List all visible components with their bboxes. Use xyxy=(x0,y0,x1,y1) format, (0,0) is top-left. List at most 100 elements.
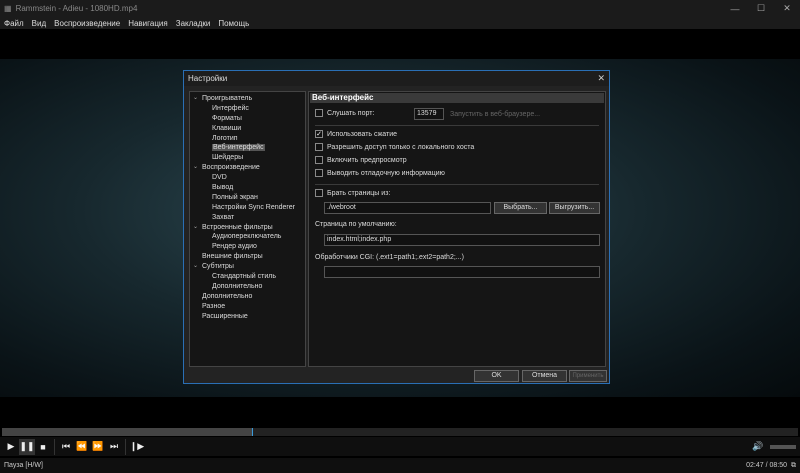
tree-item[interactable]: Интерфейс xyxy=(190,104,305,114)
playback-controls: ▶ ❚❚ ■ ⏮ ⏪ ⏩ ⏭ ❙▶ 🔊 xyxy=(0,437,800,456)
chevron-down-icon[interactable]: ⌄ xyxy=(193,163,198,173)
tree-item[interactable]: Вывод xyxy=(190,183,305,193)
rewind-icon[interactable]: ⏪ xyxy=(74,439,90,455)
volume-slider[interactable] xyxy=(770,444,796,449)
apply-button[interactable]: Применить xyxy=(569,370,607,382)
tree-item[interactable]: Захват xyxy=(190,213,305,223)
tree-item[interactable]: ⌄ Воспроизведение xyxy=(190,163,305,173)
chevron-down-icon[interactable]: ⌄ xyxy=(193,223,198,233)
tree-item[interactable]: Логотип xyxy=(190,134,305,144)
tree-item[interactable]: Аудиопереключатель xyxy=(190,232,305,242)
seek-bar[interactable] xyxy=(2,428,798,436)
status-text: Пауза [H/W] xyxy=(4,462,43,469)
cgi-label: Обработчики CGI: (.ext1=path1;.ext2=path… xyxy=(315,254,464,261)
tree-item-label: Встроенные фильтры xyxy=(202,223,273,231)
preview-checkbox[interactable]: Включить предпросмотр xyxy=(315,156,407,164)
tree-item-label: Дополнительно xyxy=(202,292,253,300)
tree-item-label: Аудиопереключатель xyxy=(212,233,282,241)
next-icon[interactable]: ⏭ xyxy=(106,439,122,455)
renderer-icon: ⧉ xyxy=(791,461,796,469)
status-bar: Пауза [H/W] 02:47 / 08:50 ⧉ xyxy=(0,458,800,473)
tree-item[interactable]: Внешние фильтры xyxy=(190,252,305,262)
window-title: Rammstein - Adieu - 1080HD.mp4 xyxy=(15,4,138,13)
default-page-input[interactable]: index.html;index.php xyxy=(324,234,600,246)
menu-help[interactable]: Помощь xyxy=(218,19,249,28)
panel-heading: Веб-интерфейс xyxy=(310,93,604,103)
tree-item[interactable]: Веб-интерфейс xyxy=(190,143,305,153)
chevron-down-icon[interactable]: ⌄ xyxy=(193,262,198,272)
settings-tree[interactable]: ⌄ Проигрыватель Интерфейс Форматы Клавиши Лог… xyxy=(189,91,306,367)
cancel-button[interactable]: Отмена xyxy=(522,370,567,382)
ok-button[interactable]: OK xyxy=(474,370,519,382)
divider xyxy=(54,438,55,455)
debug-checkbox[interactable]: Выводить отладочную информацию xyxy=(315,169,445,177)
checkbox-icon xyxy=(315,109,323,117)
tree-item[interactable]: DVD xyxy=(190,173,305,183)
maximize-button[interactable]: ☐ xyxy=(748,0,774,17)
tree-item-label: Дополнительно xyxy=(212,282,263,290)
stop-icon[interactable]: ■ xyxy=(35,439,51,455)
use-compression-checkbox[interactable]: ✓ Использовать сжатие xyxy=(315,130,397,138)
tree-item[interactable]: Клавиши xyxy=(190,124,305,134)
minimize-button[interactable]: — xyxy=(722,0,748,17)
settings-dialog: Настройки ✕ ⌄ Проигрыватель Интерфейс Форма… xyxy=(183,70,610,384)
menu-navigate[interactable]: Навигация xyxy=(128,19,168,28)
menu-bookmarks[interactable]: Закладки xyxy=(176,19,211,28)
seek-progress xyxy=(2,428,253,436)
tree-item-label: Стандартный стиль xyxy=(212,273,276,281)
tree-item-label: Воспроизведение xyxy=(202,164,260,172)
tree-item-label: Полный экран xyxy=(212,193,258,201)
fast-forward-icon[interactable]: ⏩ xyxy=(90,439,106,455)
tree-item[interactable]: Шейдеры xyxy=(190,153,305,163)
launch-browser-link[interactable]: Запустить в веб-браузере... xyxy=(450,111,540,118)
tree-item-label: Логотип xyxy=(212,134,238,142)
listen-port-checkbox[interactable]: Слушать порт: xyxy=(315,109,374,117)
web-interface-panel: Веб-интерфейс Слушать порт: 13579 Запуст… xyxy=(308,91,606,367)
webroot-input[interactable]: ./webroot xyxy=(324,202,491,214)
volume-icon[interactable]: 🔊 xyxy=(750,439,766,455)
checkmark-icon: ✓ xyxy=(315,130,323,138)
checkbox-icon xyxy=(315,143,323,151)
frame-step-icon[interactable]: ❙▶ xyxy=(129,439,145,455)
tree-item[interactable]: Разное xyxy=(190,302,305,312)
play-icon[interactable]: ▶ xyxy=(3,439,19,455)
divider xyxy=(125,438,126,455)
tree-item-label: Рендер аудио xyxy=(212,243,257,251)
browse-button[interactable]: Выбрать... xyxy=(494,202,547,214)
local-only-checkbox[interactable]: Разрешить доступ только с локального хос… xyxy=(315,143,474,151)
checkbox-icon xyxy=(315,189,323,197)
dialog-close-icon[interactable]: ✕ xyxy=(597,73,605,84)
tree-item[interactable]: Дополнительно xyxy=(190,282,305,292)
previous-icon[interactable]: ⏮ xyxy=(58,439,74,455)
tree-item[interactable]: ⌄ Проигрыватель xyxy=(190,94,305,104)
tree-item[interactable]: Настройки Sync Renderer xyxy=(190,203,305,213)
pause-icon[interactable]: ❚❚ xyxy=(19,438,35,455)
local-only-label: Разрешить доступ только с локального хос… xyxy=(327,143,475,151)
tree-item[interactable]: Расширенные xyxy=(190,312,305,322)
listen-port-label: Слушать порт: xyxy=(327,109,375,117)
tree-item-label: Форматы xyxy=(212,114,242,122)
debug-label: Выводить отладочную информацию xyxy=(327,169,445,177)
close-button[interactable]: ✕ xyxy=(774,0,800,17)
cgi-input[interactable] xyxy=(324,266,600,278)
chevron-down-icon[interactable]: ⌄ xyxy=(193,94,198,104)
tree-item-label: Субтитры xyxy=(202,263,234,271)
tree-item[interactable]: Рендер аудио xyxy=(190,242,305,252)
tree-item[interactable]: ⌄ Субтитры xyxy=(190,262,305,272)
tree-item[interactable]: Форматы xyxy=(190,114,305,124)
tree-item[interactable]: Дополнительно xyxy=(190,292,305,302)
dialog-title: Настройки xyxy=(184,71,609,86)
menu-file[interactable]: Файл xyxy=(4,19,24,28)
export-button[interactable]: Выгрузить... xyxy=(549,202,600,214)
time-display: 02:47 / 08:50 xyxy=(746,462,787,469)
port-input[interactable]: 13579 xyxy=(414,108,444,120)
menu-view[interactable]: Вид xyxy=(32,19,46,28)
tree-item[interactable]: ⌄ Встроенные фильтры xyxy=(190,223,305,233)
menu-play[interactable]: Воспроизведение xyxy=(54,19,120,28)
serve-pages-checkbox[interactable]: Брать страницы из: xyxy=(315,189,390,197)
tree-item[interactable]: Полный экран xyxy=(190,193,305,203)
tree-item[interactable]: Стандартный стиль xyxy=(190,272,305,282)
tree-item-label: DVD xyxy=(212,174,227,182)
tree-item-label: Вывод xyxy=(212,184,234,192)
tree-item-label: Проигрыватель xyxy=(202,95,253,102)
